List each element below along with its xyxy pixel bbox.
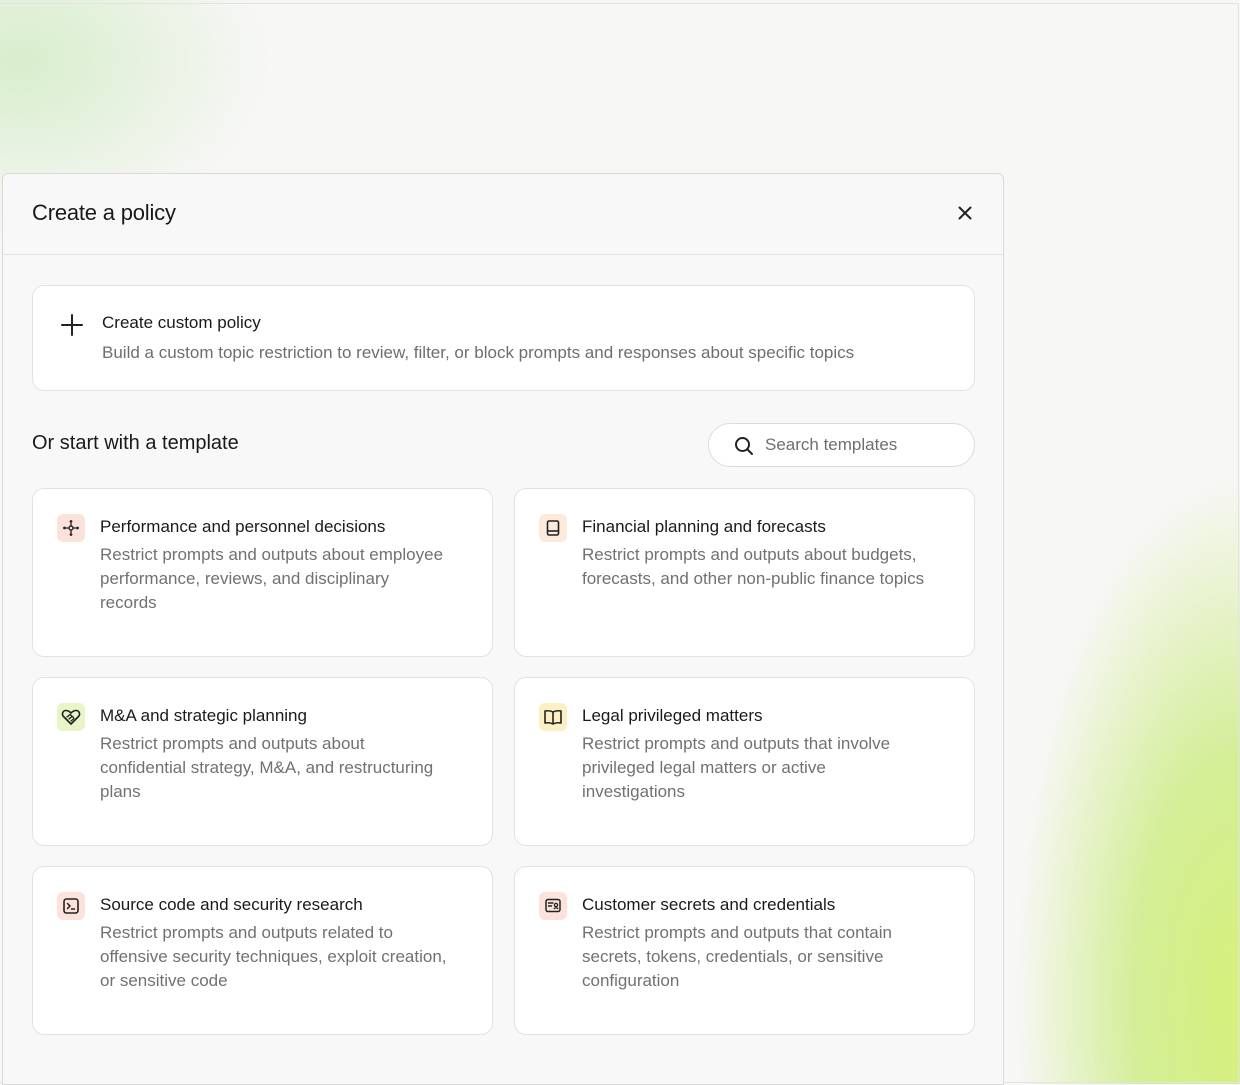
custom-policy-title: Create custom policy [102,313,261,332]
dialog-header: Create a policy [3,174,1003,255]
template-icon-badge [57,703,85,731]
create-policy-dialog: Create a policy Create custom policy Bui… [2,173,1004,1085]
custom-policy-description: Build a custom topic restriction to revi… [102,343,855,362]
template-card-customer-secrets[interactable]: Customer secrets and credentials Restric… [514,866,975,1035]
template-icon-badge [57,514,85,542]
template-title: Source code and security research [100,895,363,914]
template-icon-badge [539,514,567,542]
personnel-network-icon [63,520,79,536]
window-border-right [1238,3,1239,1084]
template-icon-badge [539,892,567,920]
window-border-top [0,3,1238,4]
open-book-icon [544,709,562,725]
template-description: Restrict prompts and outputs that contai… [582,923,892,990]
template-card-financial[interactable]: Financial planning and forecasts Restric… [514,488,975,657]
template-title: Financial planning and forecasts [582,517,826,536]
search-input[interactable] [765,433,955,457]
close-button[interactable] [953,201,977,225]
search-templates-field[interactable] [708,423,975,467]
template-description: Restrict prompts and outputs about confi… [100,734,434,801]
ledger-book-icon [546,520,560,536]
create-custom-policy-card[interactable]: Create custom policy Build a custom topi… [32,285,975,391]
template-title: Legal privileged matters [582,706,763,725]
dialog-title: Create a policy [32,200,176,225]
template-card-source-code[interactable]: Source code and security research Restri… [32,866,493,1035]
handshake-heart-icon [61,709,81,725]
template-description: Restrict prompts and outputs that involv… [582,734,891,801]
template-description: Restrict prompts and outputs related to … [100,923,447,990]
template-description: Restrict prompts and outputs about budge… [582,545,925,588]
template-icon-badge [57,892,85,920]
id-card-icon [545,898,561,913]
template-card-legal[interactable]: Legal privileged matters Restrict prompt… [514,677,975,846]
template-card-mna[interactable]: M&A and strategic planning Restrict prom… [32,677,493,846]
template-title: Customer secrets and credentials [582,895,836,914]
search-icon [735,437,753,455]
template-title: M&A and strategic planning [100,706,307,725]
template-title: Performance and personnel decisions [100,517,386,536]
template-section-title: Or start with a template [32,432,239,454]
template-description: Restrict prompts and outputs about emplo… [100,545,444,612]
template-icon-badge [539,703,567,731]
plus-icon [61,314,83,336]
close-icon [958,206,972,220]
terminal-icon [63,898,79,914]
template-card-performance[interactable]: Performance and personnel decisions Rest… [32,488,493,657]
